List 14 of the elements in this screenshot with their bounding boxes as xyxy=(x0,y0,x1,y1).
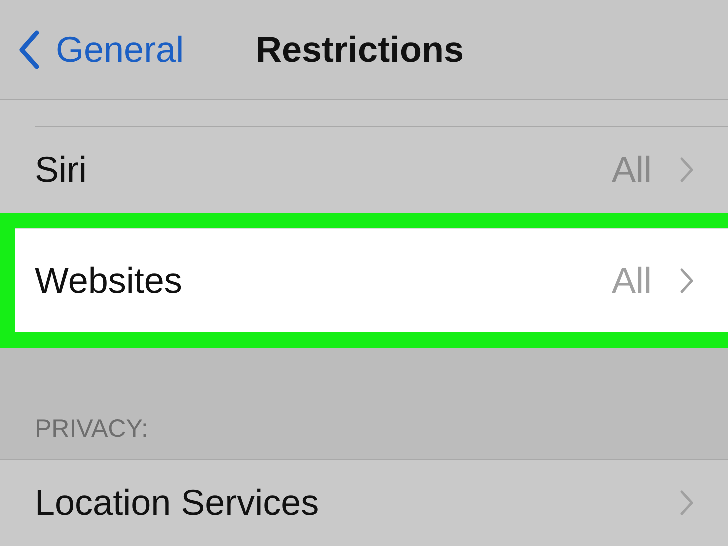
row-label: Siri xyxy=(35,149,88,191)
chevron-icon xyxy=(680,157,694,183)
settings-row[interactable]: Location Services xyxy=(0,460,728,546)
settings-row[interactable]: Siri All xyxy=(0,127,728,213)
row-value: All xyxy=(612,149,652,191)
chevron-icon xyxy=(680,268,694,294)
back-chevron-icon xyxy=(18,30,40,70)
row-label: Location Services xyxy=(35,482,320,524)
back-button[interactable]: General xyxy=(0,28,184,70)
row-value: All xyxy=(612,260,652,302)
chevron-icon xyxy=(680,490,694,516)
screen-title: Restrictions xyxy=(256,28,464,70)
row-label: Websites xyxy=(35,260,184,302)
settings-row[interactable]: Websites All xyxy=(0,213,728,348)
